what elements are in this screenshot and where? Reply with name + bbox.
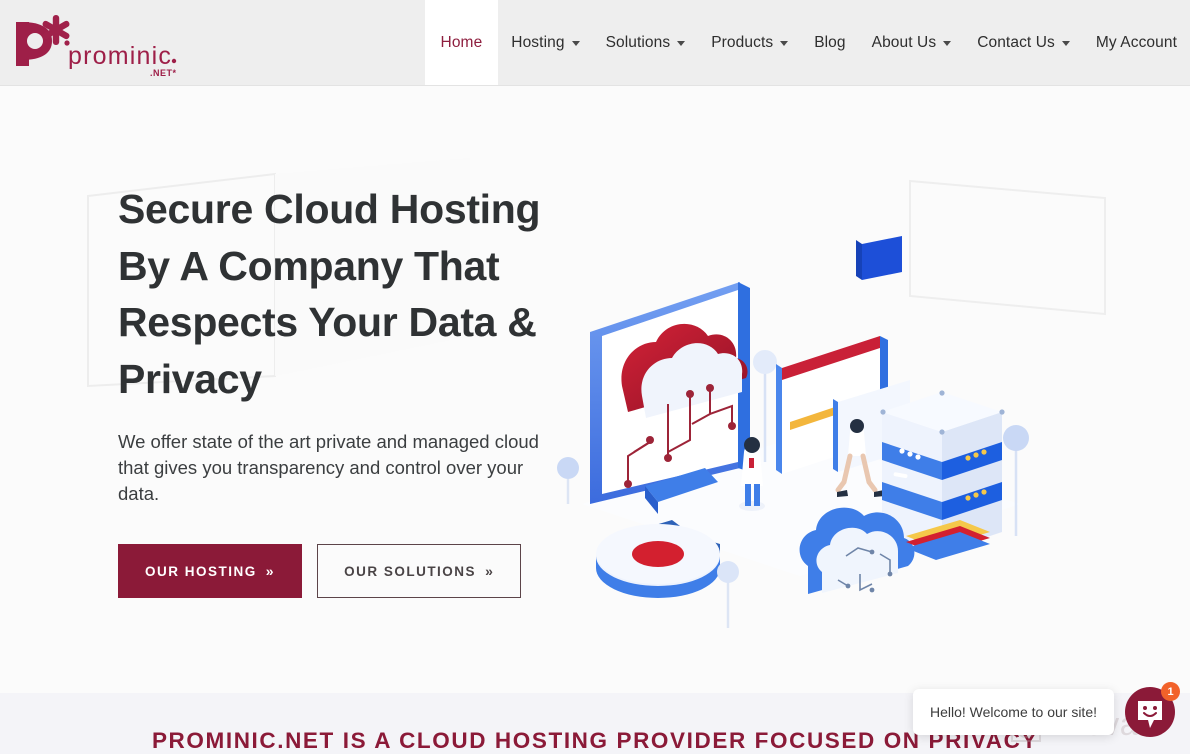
our-hosting-button-label: OUR HOSTING: [145, 563, 257, 579]
nav-item-solutions[interactable]: Solutions: [593, 0, 699, 85]
chat-launcher-button[interactable]: 1: [1124, 682, 1180, 738]
chat-unread-badge: 1: [1161, 682, 1180, 701]
our-hosting-button[interactable]: OUR HOSTING »: [118, 544, 303, 598]
chat-greeting-text: Hello! Welcome to our site!: [929, 704, 1097, 720]
chevron-down-icon: [780, 41, 789, 46]
nav-item-home[interactable]: Home: [424, 0, 499, 85]
hero-visual: [557, 86, 1190, 693]
isometric-cloud-hosting-illustration-icon: [557, 236, 1029, 628]
p-asterisk-logo-icon: prominic .NET*: [16, 14, 177, 78]
hero-subtitle: We offer state of the art private and ma…: [118, 431, 539, 504]
chevron-down-icon: [1061, 41, 1070, 46]
prominic-logo: prominic .NET*: [8, 8, 188, 78]
chevron-down-icon: [571, 41, 580, 46]
nav-item-about-us[interactable]: About Us: [859, 0, 965, 85]
chat-greeting-bubble[interactable]: Hello! Welcome to our site!: [912, 689, 1114, 735]
nav-item-about-us-label: About Us: [871, 33, 937, 51]
our-solutions-button[interactable]: OUR SOLUTIONS »: [317, 544, 522, 598]
chevron-down-icon: [677, 41, 686, 46]
nav-item-contact-us-label: Contact Us: [977, 33, 1055, 51]
main-navigation: Home Hosting Solutions Products Blog Abo…: [424, 0, 1190, 85]
nav-item-hosting[interactable]: Hosting: [498, 0, 592, 85]
nav-item-contact-us[interactable]: Contact Us: [964, 0, 1083, 85]
chevron-down-icon: [943, 41, 952, 46]
double-chevron-right-icon: »: [265, 563, 276, 579]
hero-cta-group: OUR HOSTING » OUR SOLUTIONS »: [118, 544, 560, 598]
svg-text:prominic: prominic: [68, 42, 172, 70]
site-header: prominic .NET* Home Hosting Solutions Pr…: [0, 0, 1190, 86]
our-solutions-button-label: OUR SOLUTIONS: [344, 563, 477, 579]
chat-widget[interactable]: Hello! Welcome to our site! 1: [912, 682, 1180, 738]
hero-copy: Secure Cloud Hosting By A Company That R…: [0, 86, 560, 693]
hero-title: Secure Cloud Hosting By A Company That R…: [118, 186, 541, 402]
nav-item-products[interactable]: Products: [698, 0, 801, 85]
nav-item-hosting-label: Hosting: [511, 33, 565, 51]
double-chevron-right-icon: »: [485, 563, 495, 579]
nav-item-my-account[interactable]: My Account: [1083, 0, 1190, 85]
nav-item-my-account-label: My Account: [1095, 33, 1177, 51]
nav-item-solutions-label: Solutions: [605, 33, 671, 51]
logo-link[interactable]: prominic .NET*: [0, 0, 425, 85]
hero-section: Secure Cloud Hosting By A Company That R…: [0, 86, 1190, 693]
nav-item-blog[interactable]: Blog: [801, 0, 858, 85]
nav-item-products-label: Products: [711, 33, 774, 51]
nav-item-home-label: Home: [440, 33, 483, 51]
svg-text:.NET*: .NET*: [150, 68, 177, 78]
nav-item-blog-label: Blog: [814, 33, 846, 51]
